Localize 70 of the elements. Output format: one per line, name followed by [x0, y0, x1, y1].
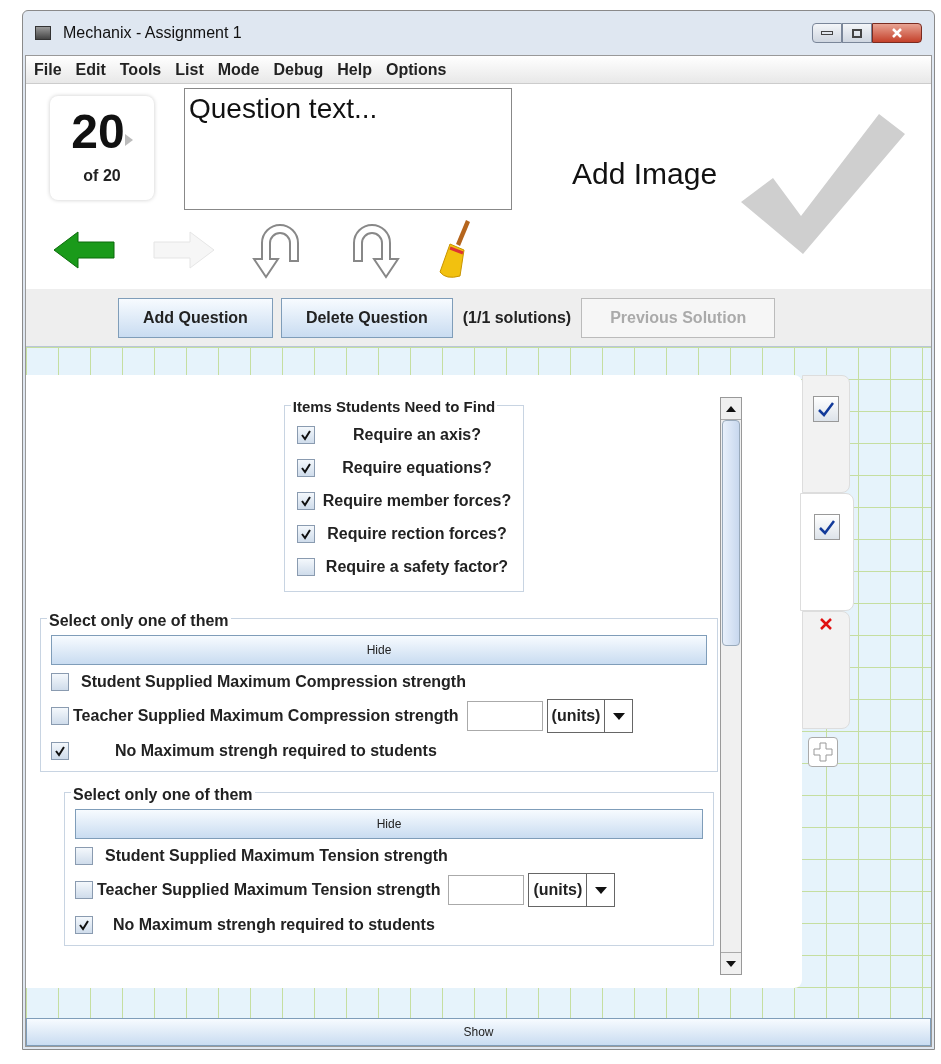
menu-item[interactable]: File — [34, 57, 62, 82]
option-label: Teacher Supplied Maximum Tension strength — [97, 880, 441, 900]
menu-item[interactable]: Tools — [119, 57, 162, 82]
checkbox-label: Require an axis? — [351, 424, 482, 445]
menu-item[interactable]: Debug — [273, 57, 324, 82]
checkbox[interactable] — [51, 672, 69, 691]
question-text-field[interactable]: Question text... — [184, 88, 512, 210]
left-arrow-icon[interactable] — [52, 230, 116, 270]
hide-button[interactable]: Hide — [51, 635, 707, 665]
delete-icon — [820, 618, 832, 630]
check-icon — [299, 527, 312, 540]
side-tab[interactable] — [802, 375, 850, 493]
close-icon — [891, 27, 903, 39]
close-button[interactable] — [872, 23, 922, 43]
window-title: Mechanix - Assignment 1 — [63, 23, 242, 43]
add-image-button[interactable]: Add Image — [572, 151, 718, 196]
option-label: No Maximum strengh required to students — [113, 914, 435, 935]
checkbox-icon — [814, 514, 840, 540]
checkbox[interactable] — [296, 458, 315, 477]
checkbox-icon — [813, 396, 839, 422]
checkbox[interactable] — [51, 741, 69, 760]
scroll-down-icon[interactable] — [726, 960, 736, 967]
scrollbar[interactable] — [720, 397, 742, 975]
checkbox[interactable] — [296, 557, 315, 576]
units-dropdown[interactable]: (units) — [528, 873, 616, 907]
question-total: of 20 — [83, 166, 121, 186]
hide-button[interactable]: Hide — [75, 809, 703, 839]
show-button[interactable]: Show — [26, 1018, 931, 1046]
scroll-thumb[interactable] — [722, 420, 740, 646]
menu-item[interactable]: Edit — [75, 57, 106, 82]
checkbox[interactable] — [75, 915, 93, 934]
minimize-button[interactable] — [812, 23, 842, 43]
check-icon — [78, 918, 90, 931]
checkbox[interactable] — [75, 846, 93, 865]
dropdown-arrow-icon — [594, 886, 607, 894]
menu-item[interactable]: Mode — [217, 57, 260, 82]
checkbox[interactable] — [51, 707, 69, 725]
strength-input[interactable] — [448, 875, 525, 905]
check-icon — [299, 428, 312, 441]
question-button[interactable]: Delete Question — [280, 297, 453, 338]
check-icon — [54, 744, 66, 757]
check-icon — [299, 461, 312, 474]
maximize-button[interactable] — [842, 23, 872, 43]
play-icon — [124, 134, 133, 146]
menu-item[interactable]: List — [175, 57, 204, 82]
add-tab-button[interactable] — [808, 737, 838, 767]
option-label: No Maximum strengh required to students — [115, 740, 437, 761]
checkbox[interactable] — [75, 881, 93, 899]
checkbox[interactable] — [296, 524, 315, 543]
units-dropdown[interactable]: (units) — [546, 699, 634, 733]
check-icon — [299, 494, 312, 507]
menu-item[interactable]: Options — [385, 57, 447, 82]
question-number: 20 — [71, 108, 125, 156]
checkbox[interactable] — [296, 425, 315, 444]
checkbox-label: Require rection forces? — [326, 523, 508, 544]
option-label: Student Supplied Maximum Tension strength — [105, 845, 448, 866]
checkbox[interactable] — [296, 491, 315, 510]
checkbox-label: Require a safety factor? — [324, 556, 510, 577]
checkbox-label: Require member forces? — [322, 490, 512, 511]
solutions-count: (1/1 solutions) — [462, 307, 572, 328]
option-label: Student Supplied Maximum Compression strength — [81, 671, 466, 692]
menu-item[interactable]: Help — [337, 57, 372, 82]
question-button[interactable]: Add Question — [118, 297, 273, 338]
dropdown-arrow-icon — [612, 712, 625, 720]
scroll-up-icon[interactable] — [726, 405, 736, 412]
app-icon — [35, 26, 51, 40]
checkbox-label: Require equations? — [341, 457, 493, 478]
side-tab[interactable] — [800, 493, 854, 611]
option-label: Teacher Supplied Maximum Compression strength — [73, 706, 459, 726]
strength-input[interactable] — [466, 701, 543, 731]
